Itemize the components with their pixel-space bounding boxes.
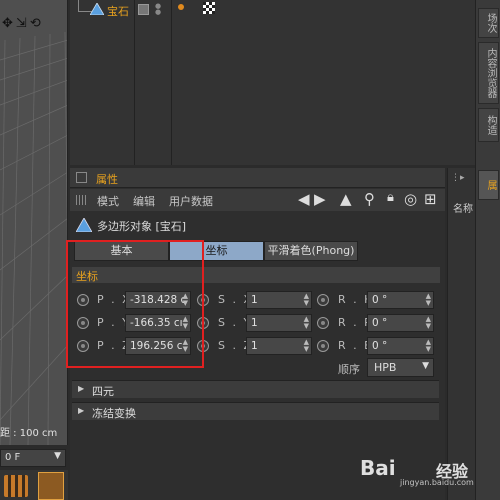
object-manager: 宝石 ● ● — [70, 0, 475, 165]
right-tab-strip: 场次 内容浏览器 构造 属 — [475, 0, 500, 500]
tab-phong[interactable]: 平滑着色(Phong) — [264, 241, 358, 261]
grip-icon[interactable] — [76, 195, 88, 205]
section-title: 四元 — [92, 385, 114, 398]
sx-field[interactable]: 1 ▲ ▼ — [246, 291, 312, 309]
pyramid-icon — [76, 218, 92, 232]
viewport[interactable]: ✥ ⇲ ⟲ 距 : 100 cm — [0, 0, 68, 445]
lock-icon[interactable]: 🔒︎ — [387, 190, 394, 205]
rp-value: 0 ° — [372, 317, 388, 329]
pyramid-icon — [90, 3, 104, 15]
forward-arrow-icon[interactable]: ▶ — [314, 190, 326, 208]
film-strip-icon[interactable] — [38, 472, 64, 500]
rp-animate-radio[interactable] — [317, 317, 329, 329]
back-arrow-icon[interactable]: ◀ — [298, 190, 310, 208]
frame-value: 0 F — [5, 452, 21, 463]
spinner-icon[interactable]: ▲ ▼ — [304, 316, 309, 330]
spinner-icon[interactable]: ▲ ▼ — [304, 339, 309, 353]
sy-value: 1 — [251, 317, 258, 329]
spinner-icon[interactable]: ▲ ▼ — [426, 316, 431, 330]
move-icon[interactable]: ✥ — [2, 16, 13, 31]
tag-dot-icon[interactable] — [178, 4, 184, 10]
attribute-header: 属性 — [70, 168, 445, 188]
rp-field[interactable]: 0 ° ▲ ▼ — [367, 314, 434, 332]
sz-value: 1 — [251, 340, 258, 352]
object-row[interactable]: 宝石 ● ● — [70, 0, 475, 20]
spinner-icon[interactable]: ▲ ▼ — [304, 293, 309, 307]
keyframe-dots-icon[interactable] — [4, 475, 28, 497]
sz-field[interactable]: 1 ▲ ▼ — [246, 337, 312, 355]
tab-take[interactable]: 场次 — [478, 8, 499, 38]
sx-value: 1 — [251, 294, 258, 306]
rh-field[interactable]: 0 ° ▲ ▼ — [367, 291, 434, 309]
rotation-order-value: HPB — [374, 361, 397, 374]
rh-animate-radio[interactable] — [317, 294, 329, 306]
new-panel-icon[interactable]: ⊞ — [424, 190, 437, 208]
menu-mode[interactable]: 模式 — [97, 193, 119, 209]
sy-field[interactable]: 1 ▲ ▼ — [246, 314, 312, 332]
section-quaternion[interactable]: ▶ 四元 — [72, 380, 439, 398]
tab-attributes[interactable]: 属 — [478, 170, 499, 200]
material-tag-icon[interactable] — [203, 2, 215, 14]
name-column-header: 名称 — [453, 204, 473, 215]
column-divider — [171, 0, 172, 165]
tab-content-browser[interactable]: 内容浏览器 — [478, 42, 499, 104]
object-name[interactable]: 宝石 — [107, 3, 129, 19]
expand-triangle-icon: ▶ — [78, 406, 85, 415]
frame-field[interactable]: 0 F ▼ — [0, 449, 66, 467]
chevron-down-icon: ▼ — [422, 361, 429, 371]
target-icon[interactable]: ◎ — [404, 190, 417, 208]
panel-checkbox-icon[interactable] — [76, 172, 87, 183]
tab-structure[interactable]: 构造 — [478, 108, 499, 142]
object-title-row: 多边形对象 [宝石] — [70, 214, 445, 236]
rotation-order-select[interactable]: HPB ▼ — [367, 358, 434, 377]
spinner-icon[interactable]: ▲ ▼ — [426, 293, 431, 307]
watermark-logo: Bai — [360, 456, 396, 480]
pointer-up-icon[interactable]: ▲ — [340, 190, 352, 208]
watermark-url: jingyan.baidu.com — [400, 478, 474, 487]
grid-distance-label: 距 : 100 cm — [0, 428, 58, 439]
spinner-icon[interactable]: ▲ ▼ — [426, 339, 431, 353]
attribute-menu-bar: 模式 编辑 用户数据 ◀ ▶ ▲ ⚲ 🔒︎ ◎ ⊞ — [70, 189, 445, 211]
column-divider — [134, 0, 135, 165]
object-title: 多边形对象 [宝石] — [97, 220, 187, 233]
rb-value: 0 ° — [372, 340, 388, 352]
rb-field[interactable]: 0 ° ▲ ▼ — [367, 337, 434, 355]
layer-icon[interactable] — [138, 4, 149, 15]
chevron-down-icon: ▼ — [54, 451, 61, 461]
viewport-toolbar: ✥ ⇲ ⟲ — [0, 12, 67, 34]
position-highlight-box — [66, 240, 204, 368]
rh-value: 0 ° — [372, 294, 388, 306]
panel-grip-icon[interactable]: ⋮▸ — [451, 173, 465, 183]
rb-animate-radio[interactable] — [317, 340, 329, 352]
rotate-icon[interactable]: ⟲ — [30, 16, 41, 31]
bottom-toolbar — [0, 470, 68, 500]
expand-triangle-icon: ▶ — [78, 384, 85, 393]
menu-user-data[interactable]: 用户数据 — [169, 193, 213, 209]
menu-edit[interactable]: 编辑 — [133, 193, 155, 209]
section-freeze-transform[interactable]: ▶ 冻结变换 — [72, 402, 439, 420]
section-title: 冻结变换 — [92, 407, 136, 420]
rotation-order-label: 顺序 — [338, 363, 360, 376]
scale-icon[interactable]: ⇲ — [16, 16, 27, 31]
baidu-watermark: Bai 经验 jingyan.baidu.com — [360, 450, 474, 490]
visibility-dots-icon[interactable]: ● ● — [155, 3, 161, 16]
search-icon[interactable]: ⚲ — [364, 190, 375, 208]
panel-title: 属性 — [96, 173, 118, 186]
viewport-grid — [0, 0, 67, 445]
